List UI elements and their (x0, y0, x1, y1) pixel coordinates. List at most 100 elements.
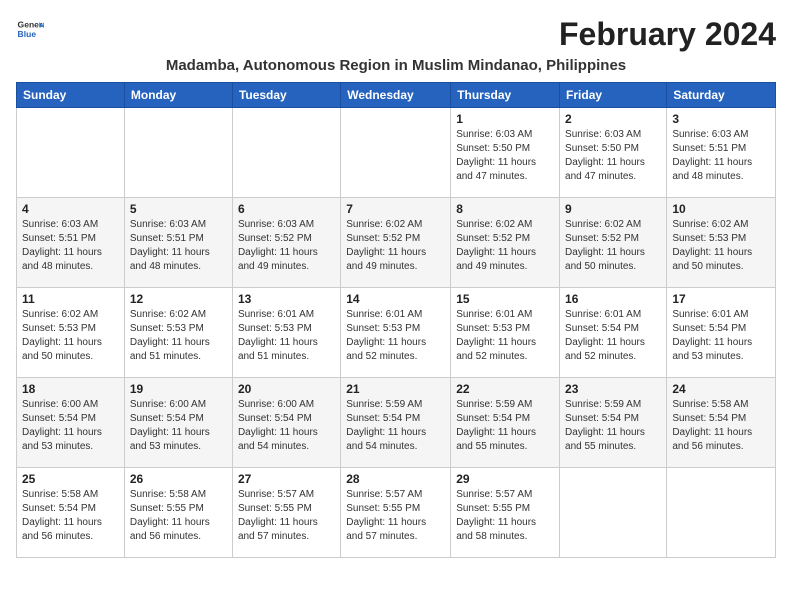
calendar-cell (124, 108, 232, 198)
day-number: 10 (672, 202, 770, 216)
calendar-cell: 16 Sunrise: 6:01 AM Sunset: 5:54 PM Dayli… (560, 288, 667, 378)
calendar-cell: 23 Sunrise: 5:59 AM Sunset: 5:54 PM Dayli… (560, 378, 667, 468)
day-number: 14 (346, 292, 445, 306)
day-number: 28 (346, 472, 445, 486)
day-number: 23 (565, 382, 661, 396)
day-number: 24 (672, 382, 770, 396)
calendar-cell: 20 Sunrise: 6:00 AM Sunset: 5:54 PM Dayli… (232, 378, 340, 468)
day-number: 1 (456, 112, 554, 126)
calendar-cell: 15 Sunrise: 6:01 AM Sunset: 5:53 PM Dayli… (451, 288, 560, 378)
calendar-cell: 24 Sunrise: 5:58 AM Sunset: 5:54 PM Dayli… (667, 378, 776, 468)
calendar-cell: 22 Sunrise: 5:59 AM Sunset: 5:54 PM Dayli… (451, 378, 560, 468)
day-number: 5 (130, 202, 227, 216)
calendar-cell: 29 Sunrise: 5:57 AM Sunset: 5:55 PM Dayli… (451, 468, 560, 558)
day-number: 25 (22, 472, 119, 486)
day-info: Sunrise: 6:03 AM Sunset: 5:50 PM Dayligh… (456, 128, 554, 184)
svg-text:Blue: Blue (18, 29, 37, 39)
day-info: Sunrise: 5:58 AM Sunset: 5:55 PM Dayligh… (130, 488, 227, 544)
calendar-cell: 27 Sunrise: 5:57 AM Sunset: 5:55 PM Dayli… (232, 468, 340, 558)
day-info: Sunrise: 6:02 AM Sunset: 5:53 PM Dayligh… (22, 308, 119, 364)
day-info: Sunrise: 6:00 AM Sunset: 5:54 PM Dayligh… (22, 398, 119, 454)
day-number: 8 (456, 202, 554, 216)
day-info: Sunrise: 6:02 AM Sunset: 5:53 PM Dayligh… (130, 308, 227, 364)
day-number: 6 (238, 202, 335, 216)
calendar-cell (341, 108, 451, 198)
day-number: 16 (565, 292, 661, 306)
day-number: 7 (346, 202, 445, 216)
day-info: Sunrise: 5:58 AM Sunset: 5:54 PM Dayligh… (672, 398, 770, 454)
logo-icon: General Blue (16, 16, 44, 44)
day-info: Sunrise: 6:02 AM Sunset: 5:53 PM Dayligh… (672, 218, 770, 274)
calendar-cell: 21 Sunrise: 5:59 AM Sunset: 5:54 PM Dayli… (341, 378, 451, 468)
day-info: Sunrise: 6:01 AM Sunset: 5:53 PM Dayligh… (346, 308, 445, 364)
day-number: 17 (672, 292, 770, 306)
calendar-cell: 2Sunrise: 6:03 AM Sunset: 5:50 PM Daylig… (560, 108, 667, 198)
day-number: 4 (22, 202, 119, 216)
day-info: Sunrise: 5:59 AM Sunset: 5:54 PM Dayligh… (456, 398, 554, 454)
day-info: Sunrise: 5:57 AM Sunset: 5:55 PM Dayligh… (346, 488, 445, 544)
day-info: Sunrise: 5:59 AM Sunset: 5:54 PM Dayligh… (346, 398, 445, 454)
day-number: 27 (238, 472, 335, 486)
calendar-cell: 9 Sunrise: 6:02 AM Sunset: 5:52 PM Daylig… (560, 198, 667, 288)
day-number: 18 (22, 382, 119, 396)
calendar-cell: 28 Sunrise: 5:57 AM Sunset: 5:55 PM Dayli… (341, 468, 451, 558)
day-info: Sunrise: 6:03 AM Sunset: 5:52 PM Dayligh… (238, 218, 335, 274)
day-info: Sunrise: 6:00 AM Sunset: 5:54 PM Dayligh… (238, 398, 335, 454)
day-info: Sunrise: 6:03 AM Sunset: 5:51 PM Dayligh… (130, 218, 227, 274)
day-info: Sunrise: 5:57 AM Sunset: 5:55 PM Dayligh… (238, 488, 335, 544)
weekday-header-sunday: Sunday (17, 83, 125, 108)
calendar-cell: 1 Sunrise: 6:03 AM Sunset: 5:50 PM Daylig… (451, 108, 560, 198)
day-number: 11 (22, 292, 119, 306)
calendar-cell: 14 Sunrise: 6:01 AM Sunset: 5:53 PM Dayli… (341, 288, 451, 378)
day-number: 3 (672, 112, 770, 126)
calendar-table: SundayMondayTuesdayWednesdayThursdayFrid… (16, 82, 776, 558)
weekday-header-saturday: Saturday (667, 83, 776, 108)
day-info: Sunrise: 6:03 AM Sunset: 5:50 PM Dayligh… (565, 128, 661, 184)
day-number: 12 (130, 292, 227, 306)
day-info: Sunrise: 6:01 AM Sunset: 5:53 PM Dayligh… (456, 308, 554, 364)
day-number: 20 (238, 382, 335, 396)
logo: General Blue (16, 16, 44, 44)
calendar-cell: 6 Sunrise: 6:03 AM Sunset: 5:52 PM Daylig… (232, 198, 340, 288)
day-info: Sunrise: 6:02 AM Sunset: 5:52 PM Dayligh… (456, 218, 554, 274)
calendar-cell: 13 Sunrise: 6:01 AM Sunset: 5:53 PM Dayli… (232, 288, 340, 378)
day-number: 21 (346, 382, 445, 396)
calendar-cell: 12 Sunrise: 6:02 AM Sunset: 5:53 PM Dayli… (124, 288, 232, 378)
location-title: Madamba, Autonomous Region in Muslim Min… (16, 57, 776, 74)
calendar-cell (560, 468, 667, 558)
day-number: 29 (456, 472, 554, 486)
calendar-cell: 5 Sunrise: 6:03 AM Sunset: 5:51 PM Daylig… (124, 198, 232, 288)
day-info: Sunrise: 6:01 AM Sunset: 5:53 PM Dayligh… (238, 308, 335, 364)
calendar-cell: 26 Sunrise: 5:58 AM Sunset: 5:55 PM Dayli… (124, 468, 232, 558)
weekday-header-friday: Friday (560, 83, 667, 108)
calendar-cell: 11 Sunrise: 6:02 AM Sunset: 5:53 PM Dayli… (17, 288, 125, 378)
day-info: Sunrise: 6:01 AM Sunset: 5:54 PM Dayligh… (672, 308, 770, 364)
weekday-header-thursday: Thursday (451, 83, 560, 108)
day-info: Sunrise: 6:03 AM Sunset: 5:51 PM Dayligh… (672, 128, 770, 184)
day-info: Sunrise: 5:58 AM Sunset: 5:54 PM Dayligh… (22, 488, 119, 544)
weekday-header-monday: Monday (124, 83, 232, 108)
calendar-cell: 8 Sunrise: 6:02 AM Sunset: 5:52 PM Daylig… (451, 198, 560, 288)
day-info: Sunrise: 6:01 AM Sunset: 5:54 PM Dayligh… (565, 308, 661, 364)
day-info: Sunrise: 6:02 AM Sunset: 5:52 PM Dayligh… (565, 218, 661, 274)
day-info: Sunrise: 5:59 AM Sunset: 5:54 PM Dayligh… (565, 398, 661, 454)
weekday-header-tuesday: Tuesday (232, 83, 340, 108)
day-info: Sunrise: 6:03 AM Sunset: 5:51 PM Dayligh… (22, 218, 119, 274)
day-number: 22 (456, 382, 554, 396)
calendar-cell (232, 108, 340, 198)
day-number: 26 (130, 472, 227, 486)
day-info: Sunrise: 5:57 AM Sunset: 5:55 PM Dayligh… (456, 488, 554, 544)
calendar-cell: 18 Sunrise: 6:00 AM Sunset: 5:54 PM Dayli… (17, 378, 125, 468)
day-number: 15 (456, 292, 554, 306)
day-number: 13 (238, 292, 335, 306)
calendar-cell: 17 Sunrise: 6:01 AM Sunset: 5:54 PM Dayli… (667, 288, 776, 378)
calendar-cell (667, 468, 776, 558)
calendar-cell (17, 108, 125, 198)
calendar-cell: 10 Sunrise: 6:02 AM Sunset: 5:53 PM Dayli… (667, 198, 776, 288)
calendar-cell: 4 Sunrise: 6:03 AM Sunset: 5:51 PM Daylig… (17, 198, 125, 288)
day-info: Sunrise: 6:02 AM Sunset: 5:52 PM Dayligh… (346, 218, 445, 274)
month-title: February 2024 (559, 16, 776, 53)
calendar-cell: 19Sunrise: 6:00 AM Sunset: 5:54 PM Dayli… (124, 378, 232, 468)
calendar-cell: 25 Sunrise: 5:58 AM Sunset: 5:54 PM Dayli… (17, 468, 125, 558)
day-number: 9 (565, 202, 661, 216)
